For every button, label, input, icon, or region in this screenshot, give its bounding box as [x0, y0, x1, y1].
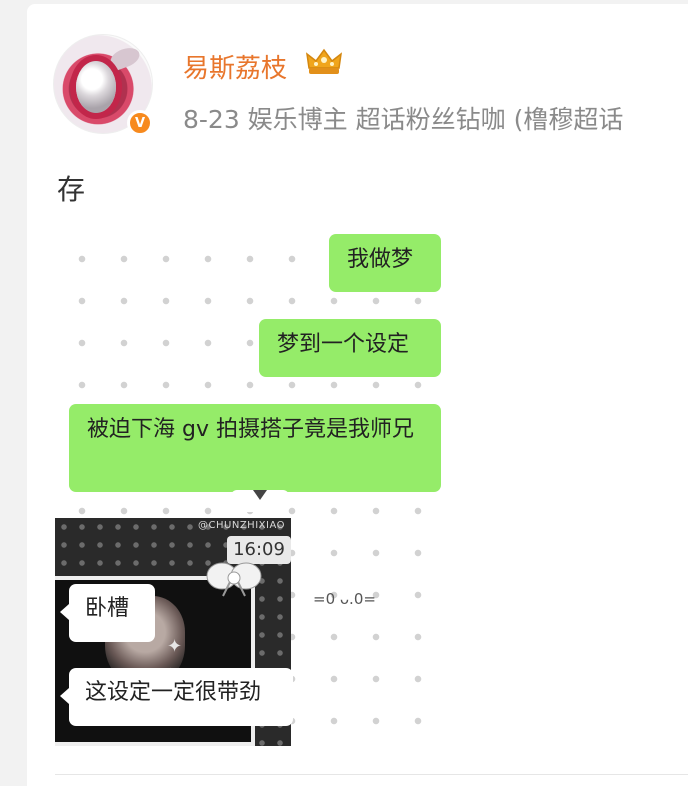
- divider: [55, 774, 688, 775]
- watermark: @CHUNZHIXIAO: [198, 520, 285, 531]
- chat-bubble-right: 我做梦: [329, 234, 441, 292]
- chat-screenshot-image[interactable]: 我做梦 梦到一个设定 被迫下海 gv 拍摄搭子竟是我师兄 ✦ ✧ ✦ @CHUN…: [55, 232, 441, 746]
- chat-bubble-right: 梦到一个设定: [259, 319, 441, 377]
- chat-bubble-right: 被迫下海 gv 拍摄搭子竟是我师兄: [69, 404, 441, 492]
- post-text: 存: [57, 173, 86, 206]
- username[interactable]: 易斯荔枝: [183, 48, 287, 85]
- emoticon-text: =0 ᴗ.0=: [313, 590, 376, 608]
- chat-bubble-left: 这设定一定很带劲: [60, 668, 293, 726]
- post-card: V 易斯荔枝 8-23 娱乐博主 超话粉丝钻咖 (橹穆超话 存 我做梦 梦到一个…: [27, 4, 688, 786]
- sparkle-icon: ✦: [167, 636, 183, 657]
- post-meta: 8-23 娱乐博主 超话粉丝钻咖 (橹穆超话: [183, 105, 624, 134]
- avatar[interactable]: V: [53, 34, 153, 136]
- avatar-lychee: [76, 61, 116, 113]
- crown-icon[interactable]: [305, 46, 343, 78]
- chat-bubble-left: 卧槽: [60, 584, 155, 642]
- verified-v-icon: V: [127, 110, 153, 136]
- bubble-tail-icon: [231, 490, 289, 512]
- avatar-leaf: [107, 44, 143, 72]
- bow-icon: [206, 562, 262, 597]
